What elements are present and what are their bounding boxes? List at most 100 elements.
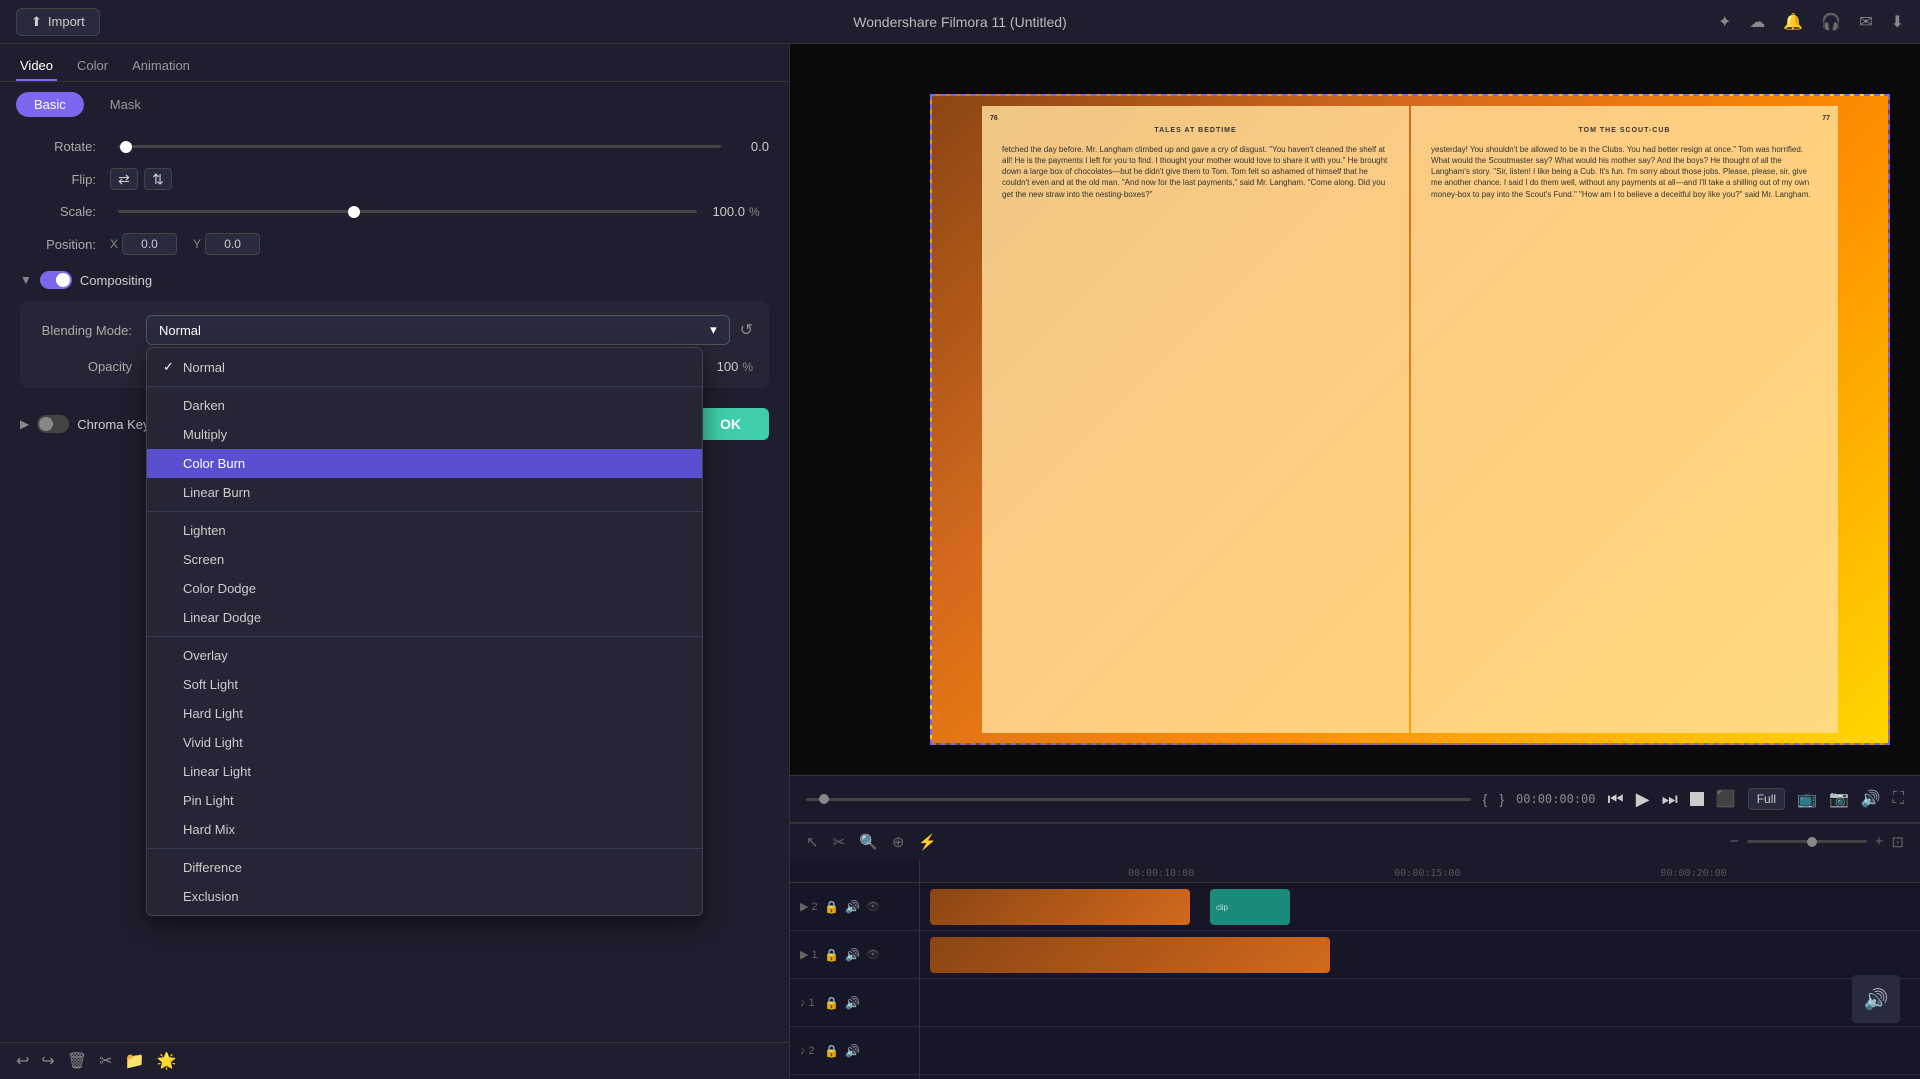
blend-pin-light[interactable]: Pin Light (147, 786, 702, 815)
scale-slider[interactable] (118, 210, 697, 213)
camera-icon[interactable]: 📷 (1829, 789, 1849, 809)
blend-normal[interactable]: ✓ Normal (147, 352, 702, 382)
track-eye-icon[interactable]: 👁 (866, 900, 880, 913)
track-lock-icon[interactable]: 🔒 (824, 900, 839, 914)
scale-thumb[interactable] (348, 206, 360, 218)
preview-area: 76 TALES AT BEDTIME fetched the day befo… (790, 44, 1920, 775)
left-page-title: TALES AT BEDTIME (1002, 126, 1389, 136)
track1-audio-icon[interactable]: 🔊 (845, 948, 860, 962)
track-clip-teal[interactable]: clip (1210, 889, 1290, 925)
play-pause-button[interactable]: ▶ (1636, 789, 1650, 810)
tracka1-audio-icon[interactable]: 🔊 (845, 996, 860, 1010)
play-controls: ⏮ ▶ ⏭ (1608, 789, 1704, 810)
stop-button[interactable] (1690, 792, 1704, 806)
sub-tab-basic[interactable]: Basic (16, 92, 84, 117)
settings-icon[interactable]: ✦ (1718, 12, 1731, 32)
tab-video[interactable]: Video (16, 52, 57, 81)
zoom-fit-icon[interactable]: ⊡ (1891, 833, 1904, 851)
cut-icon[interactable]: ✂ (99, 1051, 112, 1071)
speed-icon[interactable]: ⚡ (918, 833, 937, 851)
flip-row: Flip: ⇄ ⇅ (20, 168, 769, 190)
blend-vivid-light[interactable]: Vivid Light (147, 728, 702, 757)
cursor-tool-icon[interactable]: ↖ (806, 833, 819, 851)
preview-icon[interactable]: ⬛ (1716, 789, 1736, 809)
blend-difference[interactable]: Difference (147, 853, 702, 882)
track1-lock-icon[interactable]: 🔒 (824, 948, 839, 962)
sub-tab-mask[interactable]: Mask (92, 92, 159, 117)
chroma-ok-button[interactable]: OK (692, 408, 769, 440)
cloud-icon[interactable]: ☁ (1749, 12, 1765, 32)
timeline-scrubber[interactable] (806, 798, 1471, 801)
blend-exclusion[interactable]: Exclusion (147, 882, 702, 911)
search-icon[interactable]: ⊕ (892, 833, 905, 851)
zoom-in-icon[interactable]: 🔍 (859, 833, 878, 851)
flip-h-button[interactable]: ⇄ (110, 168, 138, 190)
mail-icon[interactable]: ✉ (1859, 12, 1872, 32)
blend-darken[interactable]: Darken (147, 391, 702, 420)
tab-animation[interactable]: Animation (128, 52, 194, 81)
zoom-out-icon[interactable]: − (1730, 833, 1739, 850)
track-clip-v2[interactable] (930, 889, 1190, 925)
chroma-toggle[interactable] (37, 415, 69, 433)
blend-overlay[interactable]: Overlay (147, 641, 702, 670)
media-icon[interactable]: 📁 (125, 1051, 145, 1071)
chroma-chevron[interactable]: ▶ (20, 417, 29, 431)
headset-icon[interactable]: 🎧 (1821, 12, 1841, 32)
timeline-controls: { } 00:00:00:00 ⏮ ▶ ⏭ ⬛ Full 📺 📷 🔊 ⛶ (790, 775, 1920, 823)
volume-icon[interactable]: 🔊 (1861, 789, 1881, 809)
pos-x-input[interactable] (122, 233, 177, 255)
zoom-thumb[interactable] (1807, 837, 1817, 847)
sticker-icon[interactable]: 🌟 (156, 1051, 176, 1071)
rotate-label: Rotate: (20, 139, 110, 154)
speaker-icon[interactable]: 🔊 (1864, 987, 1889, 1012)
pos-x-label: X (110, 237, 118, 251)
blending-row: Blending Mode: Normal ▾ ↺ ✓ Normal (36, 315, 753, 345)
pos-y-input[interactable] (205, 233, 260, 255)
rotate-slider[interactable] (118, 145, 721, 148)
undo-icon[interactable]: ↩ (16, 1051, 29, 1071)
bracket-left-icon[interactable]: { (1483, 791, 1488, 807)
screen-icon[interactable]: 📺 (1797, 789, 1817, 809)
blending-reset-icon[interactable]: ↺ (740, 320, 753, 340)
zoom-in-btn-icon[interactable]: + (1875, 833, 1884, 850)
razor-tool-icon[interactable]: ✂ (833, 833, 846, 851)
timeline-thumb[interactable] (819, 794, 829, 804)
tracka2-audio-icon[interactable]: 🔊 (845, 1044, 860, 1058)
track-num-v1: ▶ 1 (800, 948, 818, 961)
import-button[interactable]: ⬆ Import (16, 8, 100, 36)
tracka1-lock-icon[interactable]: 🔒 (824, 996, 839, 1010)
blend-lighten[interactable]: Lighten (147, 516, 702, 545)
blend-color-dodge[interactable]: Color Dodge (147, 574, 702, 603)
delete-icon[interactable]: 🗑 (67, 1051, 87, 1071)
rotate-thumb[interactable] (120, 141, 132, 153)
blend-soft-light[interactable]: Soft Light (147, 670, 702, 699)
next-frame-button[interactable]: ⏭ (1662, 789, 1678, 810)
zoom-track[interactable] (1747, 840, 1867, 843)
redo-icon[interactable]: ↪ (41, 1051, 54, 1071)
compositing-toggle[interactable] (40, 271, 72, 289)
tracka2-lock-icon[interactable]: 🔒 (824, 1044, 839, 1058)
blend-hard-mix[interactable]: Hard Mix (147, 815, 702, 844)
track1-eye-icon[interactable]: 👁 (866, 948, 880, 961)
blend-screen[interactable]: Screen (147, 545, 702, 574)
flip-v-button[interactable]: ⇅ (144, 168, 172, 190)
track-content: 00:00:10:00 00:00:15:00 00:00:20:00 clip (920, 859, 1920, 1079)
blend-multiply[interactable]: Multiply (147, 420, 702, 449)
quality-select[interactable]: Full (1748, 788, 1785, 810)
blend-linear-dodge[interactable]: Linear Dodge (147, 603, 702, 632)
bracket-right-icon[interactable]: } (1499, 791, 1504, 807)
notification-icon[interactable]: 🔔 (1783, 12, 1803, 32)
prev-frame-button[interactable]: ⏮ (1608, 789, 1624, 810)
fullscreen-icon[interactable]: ⛶ (1893, 790, 1904, 808)
tab-color[interactable]: Color (73, 52, 112, 81)
blending-select[interactable]: Normal ▾ (146, 315, 730, 345)
blend-hard-light[interactable]: Hard Light (147, 699, 702, 728)
track-clip-v1[interactable] (930, 937, 1330, 973)
download-icon[interactable]: ⬇ (1891, 12, 1904, 32)
book-page-right: 77 TOM THE SCOUT-CUB yesterday! You shou… (1411, 106, 1838, 733)
blend-color-burn[interactable]: Color Burn (147, 449, 702, 478)
blend-linear-burn[interactable]: Linear Burn (147, 478, 702, 507)
track-audio-icon[interactable]: 🔊 (845, 900, 860, 914)
blend-linear-light[interactable]: Linear Light (147, 757, 702, 786)
compositing-chevron[interactable]: ▼ (20, 273, 32, 287)
